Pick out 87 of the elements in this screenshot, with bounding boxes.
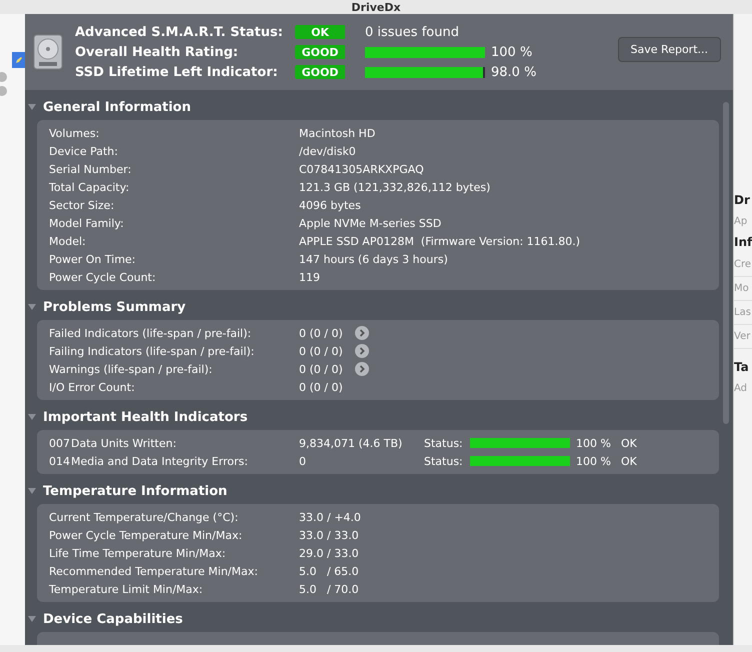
status-text: OK [620,454,637,468]
sidebar-item[interactable] [12,52,25,68]
arrow-circle-icon[interactable] [355,344,369,358]
field-value: Macintosh HD [299,126,376,140]
field-label: Sector Size: [49,198,116,212]
field-label: Current Temperature/Change (°C): [49,510,240,524]
field-value: 5.0 / 70.0 [299,582,359,596]
side-panel-text: Ta [734,359,750,376]
side-panel-text: Ver [734,325,752,349]
side-panel-text: Dr [734,192,751,209]
side-panel-text: Las [734,301,752,325]
field-label: Data Units Written: [71,436,178,450]
arrow-circle-icon[interactable] [355,326,369,340]
field-value: /dev/disk0 [299,144,356,158]
status-label: Advanced S.M.A.R.T. Status: [75,24,284,40]
arrow-circle-icon[interactable] [355,362,369,376]
field-label: Model Family: [49,216,125,230]
section-title: Important Health Indicators [43,410,248,424]
status-badge: GOOD [295,45,345,59]
status-label: Status: [424,436,464,450]
indicator-id: 007 [49,436,71,450]
field-label: Life Time Temperature Min/Max: [49,546,227,560]
field-value: APPLE SSD AP0128M (Firmware Version: 1161.80.) [299,234,580,248]
field-value: 33.0 / 33.0 [299,528,359,542]
status-percent: 100 % [576,454,611,468]
field-label: Failed Indicators (life-span / pre-fail): [49,326,252,340]
field-value: 0 (0 / 0) [299,344,344,358]
disclosure-triangle-icon[interactable] [27,302,37,312]
section-title: General Information [43,100,191,114]
disclosure-triangle-icon[interactable] [27,614,37,624]
disclosure-triangle-icon[interactable] [27,486,37,496]
status-badge: GOOD [295,65,345,79]
status-text: OK [620,436,637,450]
health-percent: 98.0 % [491,64,536,80]
field-value: 119 [299,270,320,284]
field-value: 0 (0 / 0) [299,326,344,340]
field-value: 147 hours (6 days 3 hours) [299,252,448,266]
status-label: Overall Health Rating: [75,44,240,60]
field-value: 0 [299,454,307,468]
section-title: Temperature Information [43,484,228,498]
side-panel-text: Ap [734,215,748,229]
field-value: 33.0 / +4.0 [299,510,361,524]
side-panel-text: Inf [734,234,752,251]
field-label: Warnings (life-span / pre-fail): [49,362,214,376]
field-label: Power Cycle Temperature Min/Max: [49,528,244,542]
field-label: Power On Time: [49,252,137,266]
field-label: Serial Number: [49,162,132,176]
field-value: 5.0 / 65.0 [299,564,359,578]
status-badge: OK [295,25,345,39]
disclosure-triangle-icon[interactable] [27,412,37,422]
side-panel-text: Ad [734,382,748,396]
field-value: 121.3 GB (121,332,826,112 bytes) [299,180,490,194]
field-value: 4096 bytes [299,198,361,212]
side-panel-text: Mo [734,277,752,301]
sidebar-dot-icon[interactable] [0,86,7,96]
side-panel-text: Cre [734,253,752,277]
hard-drive-icon [33,34,63,70]
field-label: Model: [49,234,87,248]
field-label: Failing Indicators (life-span / pre-fail): [49,344,256,358]
field-label: Recommended Temperature Min/Max: [49,564,259,578]
field-label: Device Path: [49,144,119,158]
section-title: Problems Summary [43,300,186,314]
field-label: Media and Data Integrity Errors: [71,454,249,468]
status-percent: 100 % [576,436,611,450]
window-title: DriveDx [351,0,401,14]
pencil-icon [14,56,22,64]
field-value: C07841305ARKXPGAQ [299,162,424,176]
field-value: 0 (0 / 0) [299,380,344,394]
field-value: 29.0 / 33.0 [299,546,359,560]
status-label: Status: [424,454,464,468]
field-label: I/O Error Count: [49,380,136,394]
section-title: Device Capabilities [43,612,183,626]
sidebar-dot-icon[interactable] [0,72,7,82]
field-value: 0 (0 / 0) [299,362,344,376]
scrollbar[interactable] [723,102,729,424]
field-value: Apple NVMe M-series SSD [299,216,442,230]
field-label: Temperature Limit Min/Max: [49,582,204,596]
field-value: 9,834,071 (4.6 TB) [299,436,404,450]
field-label: Power Cycle Count: [49,270,157,284]
disclosure-triangle-icon[interactable] [27,102,37,112]
status-label: SSD Lifetime Left Indicator: [75,64,279,80]
health-percent: 100 % [491,44,532,60]
field-label: Total Capacity: [49,180,130,194]
save-report-button[interactable]: Save Report... [618,36,721,62]
status-text: 0 issues found [365,24,459,40]
field-label: Volumes: [49,126,100,140]
indicator-id: 014 [49,454,71,468]
